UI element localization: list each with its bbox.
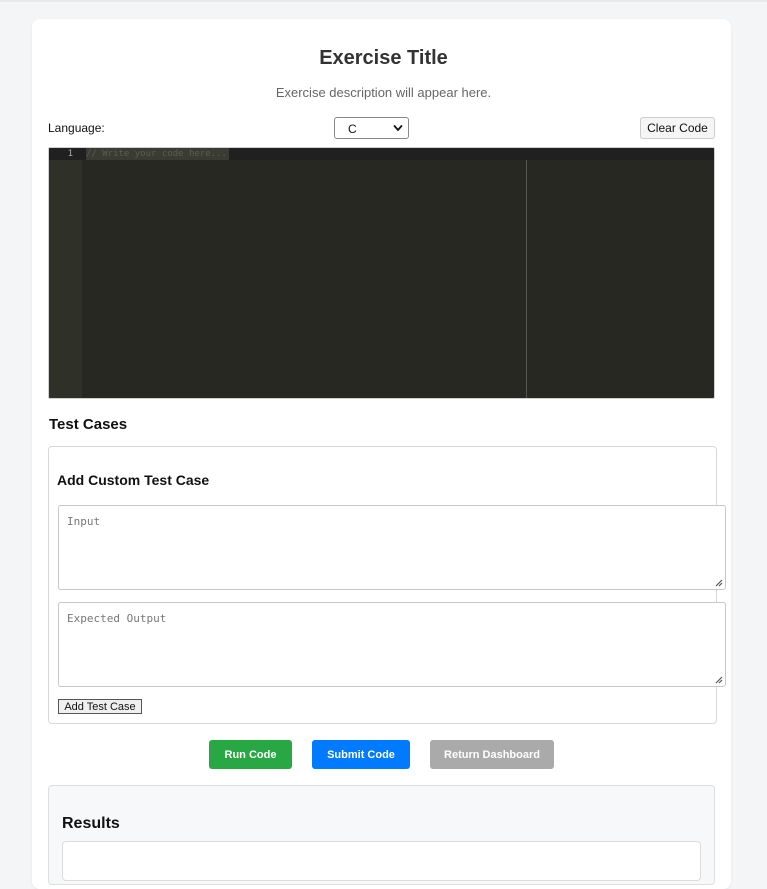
results-output [62, 841, 701, 881]
test-input-field[interactable]: Input [58, 505, 726, 590]
top-divider [0, 0, 767, 2]
code-editor[interactable]: 1 // Write your code here... [48, 147, 715, 399]
return-dashboard-button[interactable]: Return Dashboard [430, 740, 554, 769]
resize-grip-icon[interactable] [714, 675, 723, 684]
clear-code-button[interactable]: Clear Code [640, 117, 715, 139]
chevron-down-icon [393, 125, 403, 131]
resize-grip-icon[interactable] [714, 578, 723, 587]
add-test-case-button[interactable]: Add Test Case [58, 699, 142, 714]
language-select-value: C [348, 122, 357, 136]
line-number: 1 [67, 149, 73, 159]
language-label: Language: [48, 121, 105, 135]
test-input-placeholder: Input [67, 515, 101, 528]
test-cases-heading: Test Cases [49, 416, 128, 433]
editor-placeholder: // Write your code here... [86, 148, 229, 160]
editor-print-margin [526, 160, 527, 398]
language-select[interactable]: C [334, 117, 409, 139]
results-heading: Results [62, 815, 120, 832]
run-code-button[interactable]: Run Code [209, 740, 292, 769]
custom-test-case-heading: Add Custom Test Case [57, 472, 210, 488]
exercise-title: Exercise Title [319, 47, 448, 69]
expected-output-field[interactable]: Expected Output [58, 602, 726, 687]
submit-code-button[interactable]: Submit Code [312, 740, 410, 769]
exercise-description: Exercise description will appear here. [275, 85, 492, 100]
editor-gutter [49, 148, 82, 398]
expected-output-placeholder: Expected Output [67, 612, 167, 625]
